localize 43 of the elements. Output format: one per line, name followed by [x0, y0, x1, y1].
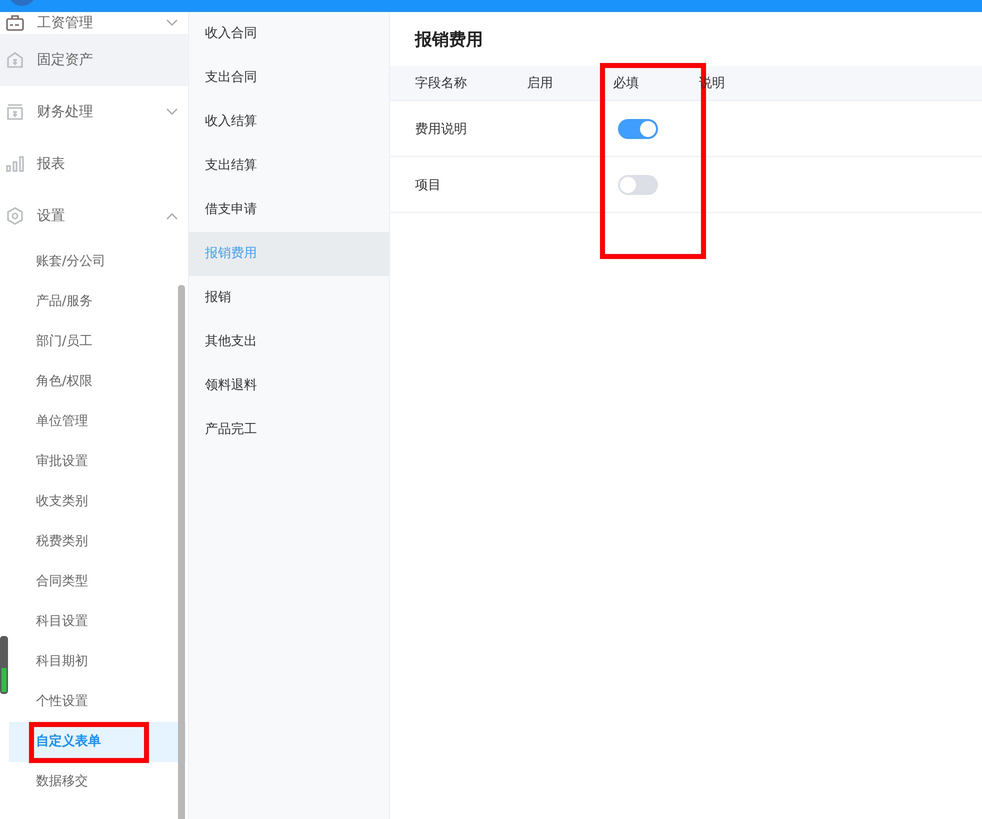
briefcase-icon: [5, 13, 25, 33]
nav-subitem[interactable]: 角色/权限: [9, 362, 186, 402]
nav-item[interactable]: 工资管理: [0, 12, 188, 34]
panel-title: 报销费用: [414, 29, 484, 52]
form-item[interactable]: 产品完工: [189, 408, 389, 452]
column-header: 字段名称: [415, 76, 467, 91]
nav-subitem[interactable]: 科目设置: [9, 602, 186, 642]
form-item[interactable]: 收入结算: [189, 100, 389, 144]
nav-subitem[interactable]: 合同类型: [9, 562, 186, 602]
toggle-switch[interactable]: [618, 174, 658, 194]
table-cell: 费用说明: [415, 122, 467, 136]
settings-icon: [5, 206, 25, 226]
nav-subitem[interactable]: 科目期初: [9, 642, 186, 682]
nav-item[interactable]: 财务处理: [0, 86, 188, 138]
form-item[interactable]: 支出结算: [189, 144, 389, 188]
meter-icon: [0, 636, 8, 694]
scrollbar[interactable]: [178, 285, 185, 819]
form-item[interactable]: 支出合同: [189, 56, 389, 100]
bar-chart-icon: [5, 154, 25, 174]
form-item[interactable]: 收入合同: [189, 12, 389, 56]
box-icon: [5, 102, 25, 122]
nav-subitem[interactable]: 单位管理: [9, 402, 186, 442]
nav-item[interactable]: 报表: [0, 138, 188, 190]
nav-subitem[interactable]: 审批设置: [9, 442, 186, 482]
nav-subitem[interactable]: 税费类别: [9, 522, 186, 562]
house-icon: [5, 50, 25, 70]
form-item[interactable]: 领料退料: [189, 364, 389, 408]
nav-subitem[interactable]: 账套/分公司: [9, 242, 186, 282]
column-header: 必填: [613, 76, 639, 91]
table-cell: 项目: [415, 178, 441, 192]
nav-subitem[interactable]: 个性设置: [9, 682, 186, 722]
nav-subitem[interactable]: 数据移交: [9, 762, 186, 802]
nav-subitem[interactable]: 产品/服务: [9, 282, 186, 322]
nav-subitem[interactable]: 自定义表单: [9, 722, 186, 762]
form-item[interactable]: 借支申请: [189, 188, 389, 232]
column-header: 启用: [527, 76, 553, 91]
nav-subitem[interactable]: 收支类别: [9, 482, 186, 522]
nav-item[interactable]: 固定资产: [0, 34, 188, 86]
toggle-switch[interactable]: [618, 118, 658, 138]
form-item[interactable]: 报销: [189, 276, 389, 320]
nav-item[interactable]: 设置: [0, 190, 188, 242]
form-item[interactable]: 其他支出: [189, 320, 389, 364]
nav-subitem[interactable]: 部门/员工: [9, 322, 186, 362]
